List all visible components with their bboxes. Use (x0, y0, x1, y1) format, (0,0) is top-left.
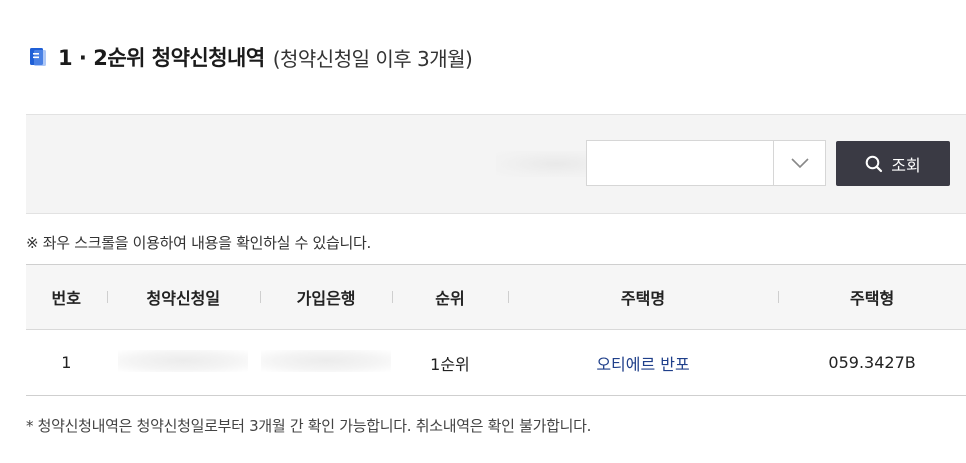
search-icon (865, 155, 883, 172)
header-type: 주택형 (778, 264, 966, 330)
table-row: 1 1순위 오티에르 반포 059.3427B (26, 329, 966, 396)
period-select[interactable] (586, 140, 826, 186)
cell-type: 059.3427B (778, 329, 966, 396)
table-header-row: 번호 청약신청일 가입은행 순위 주택명 주택형 (26, 264, 966, 330)
chevron-down-icon[interactable] (773, 141, 825, 185)
cell-bank (260, 329, 393, 396)
cell-date (106, 329, 261, 396)
house-name-link[interactable]: 오티에르 반포 (596, 355, 689, 374)
search-button[interactable]: 조회 (836, 141, 950, 186)
header-no: 번호 (26, 264, 107, 330)
page-title: 1 · 2순위 청약신청내역 (58, 46, 265, 70)
section-title: 1 · 2순위 청약신청내역 (청약신청일 이후 3개월) (30, 42, 473, 72)
search-button-label: 조회 (891, 155, 921, 175)
header-bank: 가입은행 (260, 264, 393, 330)
document-icon (30, 48, 46, 66)
scroll-note: ※ 좌우 스크롤을 이용하여 내용을 확인하실 수 있습니다. (26, 234, 372, 252)
header-rank: 순위 (392, 264, 508, 330)
masked-date (118, 349, 249, 372)
footnote: * 청약신청내역은 청약신청일로부터 3개월 간 확인 가능합니다. 취소내역은… (26, 417, 592, 435)
application-table: 번호 청약신청일 가입은행 순위 주택명 주택형 1 1순위 오티에르 반포 0… (26, 264, 966, 396)
header-house: 주택명 (507, 264, 779, 330)
search-panel: 조회 (26, 114, 966, 214)
cell-rank: 1순위 (392, 329, 508, 396)
header-date: 청약신청일 (106, 264, 261, 330)
cell-no: 1 (26, 329, 107, 396)
page-subtitle: (청약신청일 이후 3개월) (272, 46, 473, 71)
cell-house: 오티에르 반포 (507, 329, 779, 396)
masked-bank (261, 349, 392, 372)
